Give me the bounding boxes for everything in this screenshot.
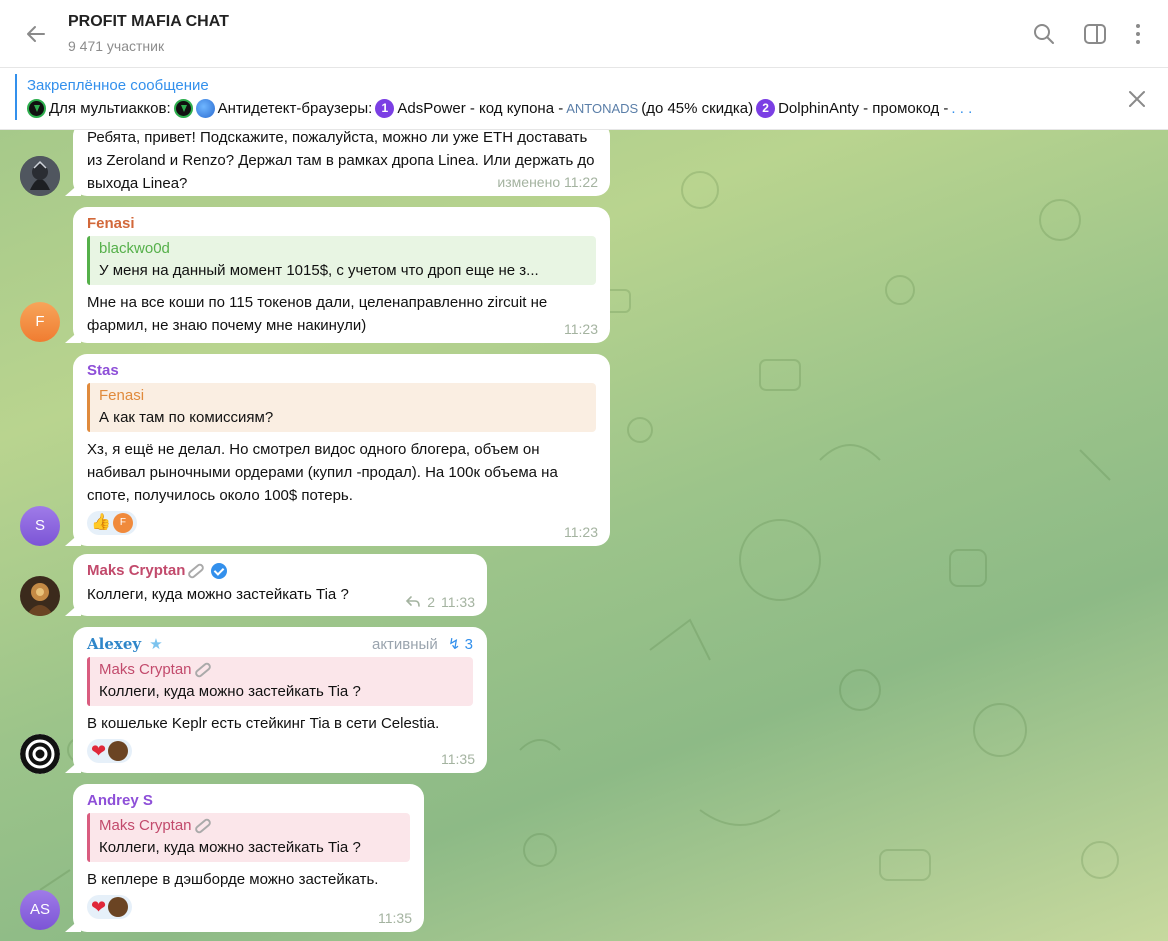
search-icon[interactable]: [1032, 22, 1056, 46]
reactor-avatar: [108, 741, 129, 761]
avatar[interactable]: F: [20, 302, 60, 342]
heart-icon: ❤: [91, 741, 107, 761]
chat-header: PROFIT MAFIA CHAT 9 471 участник: [0, 0, 1168, 68]
quote-sender: Maks Cryptan: [99, 815, 400, 837]
reply-count-icon: [406, 596, 421, 607]
rank-count: 3: [464, 636, 473, 653]
reactor-avatar: F: [112, 513, 133, 533]
message-time: 11:23: [564, 321, 598, 337]
number-two-icon: 2: [756, 99, 776, 118]
reactor-avatar: [108, 897, 129, 917]
close-icon[interactable]: [1126, 88, 1148, 110]
reply-quote[interactable]: Fenasi А как там по комиссиям?: [87, 383, 596, 432]
pinned-indicator: [15, 74, 17, 120]
more-menu-icon[interactable]: [1126, 22, 1150, 46]
reply-quote[interactable]: blackwo0d У меня на данный момент 1015$,…: [87, 236, 596, 285]
message-time: 11:23: [564, 524, 598, 540]
avatar[interactable]: S: [20, 506, 60, 546]
pinned-label: Закреплённое сообщение: [27, 77, 209, 94]
message-time: изменено 11:22: [497, 174, 598, 190]
bone-emoji-icon: [193, 661, 212, 679]
star-icon: ★: [149, 636, 163, 653]
member-count: 9 471 участник: [68, 38, 165, 54]
bone-emoji-icon: [186, 562, 206, 580]
pinned-part2: Антидетект-браузеры:: [217, 100, 373, 117]
back-arrow-icon[interactable]: [22, 20, 50, 48]
pinned-ellipsis: . . .: [951, 100, 973, 117]
rank-label: активный: [371, 636, 438, 653]
message-bubble[interactable]: Alexey ★ активный ↯ 3 Maks Cryptan Колле…: [73, 627, 487, 773]
verified-icon: [211, 563, 228, 580]
heart-icon: ❤: [91, 897, 107, 917]
sender-row: Alexey ★ активный ↯ 3: [87, 635, 473, 657]
thumbs-up-icon: 👍: [91, 514, 111, 531]
reaction-heart[interactable]: ❤: [87, 739, 133, 763]
pinned-text: Для мультиакков: Антидетект-браузеры: 1 …: [27, 99, 972, 118]
download-emoji-icon: [27, 99, 46, 118]
pinned-message[interactable]: Закреплённое сообщение Для мультиакков: …: [0, 68, 1168, 130]
pinned-part1: Для мультиакков:: [49, 100, 171, 117]
quote-sender: Maks Cryptan: [99, 659, 463, 681]
quote-text: У меня на данный момент 1015$, с учетом …: [99, 262, 539, 279]
download-emoji-icon: [173, 99, 193, 118]
message-meta: 2 11:33: [405, 594, 475, 610]
number-one-icon: 1: [375, 99, 395, 118]
pinned-part4: (до 45% скидка): [641, 100, 754, 117]
message-text: В кеплере в дэшборде можно застейкать.: [87, 871, 379, 888]
sender-name[interactable]: Maks Cryptan: [87, 562, 473, 580]
rank-badge: активный ↯ 3: [372, 635, 473, 653]
message-time: 11:35: [378, 910, 412, 926]
reaction-thumbs-up[interactable]: 👍 F: [87, 511, 137, 535]
message-text: В кошельке Keplr есть стейкинг Tia в сет…: [87, 715, 440, 732]
message-time: 11:35: [441, 751, 475, 767]
quote-sender: blackwo0d: [99, 240, 170, 257]
globe-emoji-icon: [195, 99, 215, 118]
reactions: ❤: [87, 895, 410, 919]
message-bubble[interactable]: Ребята, привет! Подскажите, пожалуйста, …: [73, 130, 610, 196]
message-bubble[interactable]: Fenasi blackwo0d У меня на данный момент…: [73, 207, 610, 343]
quote-sender-text: Maks Cryptan: [99, 661, 192, 678]
sender-name[interactable]: Stas: [87, 362, 596, 379]
message-bubble[interactable]: Andrey S Maks Cryptan Коллеги, куда можн…: [73, 784, 424, 932]
quote-text: А как там по комиссиям?: [99, 409, 274, 426]
reply-quote[interactable]: Maks Cryptan Коллеги, куда можно застейк…: [87, 813, 410, 862]
reaction-heart[interactable]: ❤: [87, 895, 133, 919]
reply-count[interactable]: 2: [427, 594, 435, 610]
reactions: 👍 F: [87, 511, 596, 535]
message-text: Мне на все коши по 115 токенов дали, цел…: [87, 294, 548, 334]
message-bubble[interactable]: Stas Fenasi А как там по комиссиям? Хз, …: [73, 354, 610, 546]
message-text: Хз, я ещё не делал. Но смотрел видос одн…: [87, 441, 558, 504]
pinned-part5: DolphinAnty - промокод -: [778, 100, 949, 117]
avatar[interactable]: [20, 576, 60, 616]
coupon-code: ANTONADS: [566, 101, 639, 116]
message-time: 11:33: [441, 594, 475, 610]
avatar[interactable]: AS: [20, 890, 60, 930]
sender-name[interactable]: Andrey S: [87, 792, 410, 809]
reply-quote[interactable]: Maks Cryptan Коллеги, куда можно застейк…: [87, 657, 473, 706]
message-bubble[interactable]: Maks Cryptan Коллеги, куда можно застейк…: [73, 554, 487, 616]
bone-emoji-icon: [193, 817, 212, 835]
quote-text: Коллеги, куда можно застейкать Tia ?: [99, 839, 361, 856]
lightning-icon: ↯: [447, 636, 461, 653]
quote-sender: Fenasi: [99, 387, 145, 404]
avatar[interactable]: [20, 734, 60, 774]
chat-title[interactable]: PROFIT MAFIA CHAT: [68, 13, 229, 31]
sender-name[interactable]: Fenasi: [87, 215, 596, 232]
quote-text: Коллеги, куда можно застейкать Tia ?: [99, 683, 361, 700]
sidebar-toggle-icon[interactable]: [1083, 22, 1107, 46]
quote-sender-text: Maks Cryptan: [99, 817, 192, 834]
sender-name-text: Maks Cryptan: [87, 562, 186, 579]
chat-area[interactable]: Ребята, привет! Подскажите, пожалуйста, …: [0, 130, 1168, 941]
sender-name[interactable]: Alexey: [87, 635, 141, 653]
pinned-part3: AdsPower - код купона -: [397, 100, 564, 117]
avatar[interactable]: [20, 156, 60, 196]
reactions: ❤: [87, 739, 473, 763]
